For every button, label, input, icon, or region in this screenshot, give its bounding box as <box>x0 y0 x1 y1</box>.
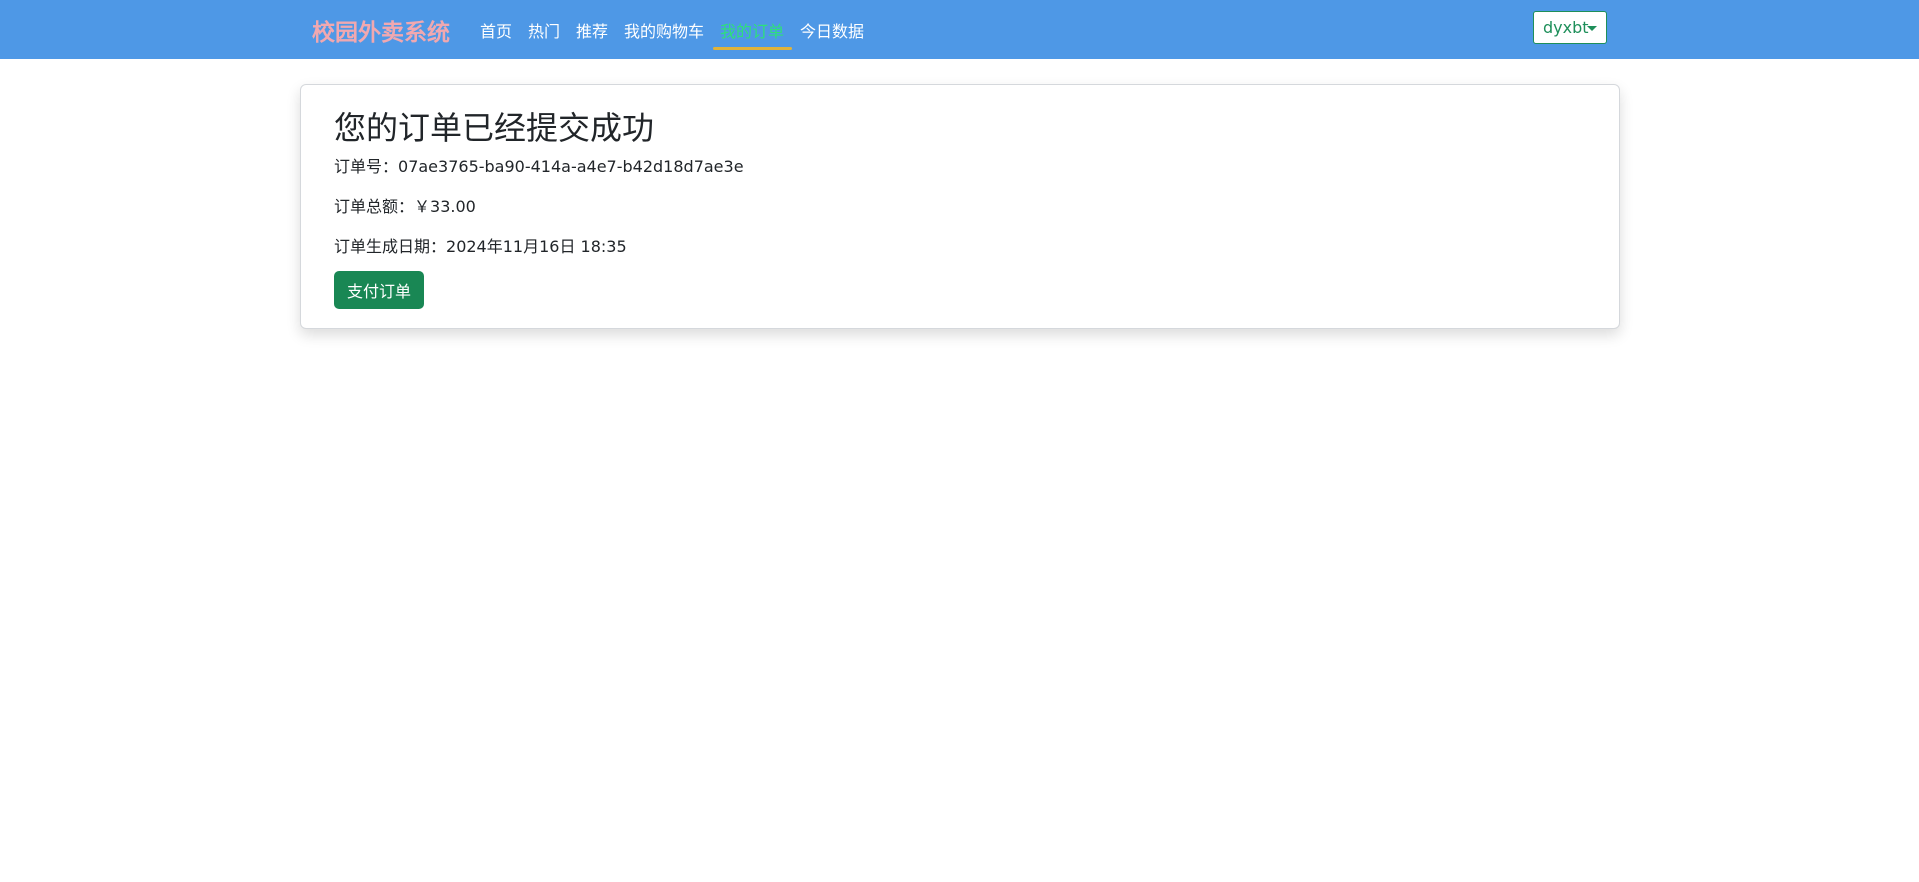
active-nav-indicator <box>713 47 792 50</box>
order-id-value: 07ae3765-ba90-414a-a4e7-b42d18d7ae3e <box>398 157 744 176</box>
top-navbar: 校园外卖系统 首页 热门 推荐 我的购物车 我的订单 今日数据 dyxbt <box>0 0 1919 59</box>
brand-logo-text[interactable]: 校园外卖系统 <box>312 13 450 47</box>
order-total-line: 订单总额：￥33.00 <box>334 193 476 217</box>
order-total-value: ￥33.00 <box>414 197 476 216</box>
nav-today-data[interactable]: 今日数据 <box>800 18 864 42</box>
nav-home[interactable]: 首页 <box>480 18 512 42</box>
nav-my-orders[interactable]: 我的订单 <box>720 18 784 42</box>
order-date-value: 2024年11月16日 18:35 <box>446 237 627 256</box>
nav-hot[interactable]: 热门 <box>528 18 560 42</box>
order-date-line: 订单生成日期：2024年11月16日 18:35 <box>334 233 627 257</box>
order-success-title: 您的订单已经提交成功 <box>334 109 655 147</box>
user-name: dyxbt <box>1543 18 1589 37</box>
order-success-card: 您的订单已经提交成功 订单号：07ae3765-ba90-414a-a4e7-b… <box>300 84 1620 329</box>
caret-down-icon <box>1587 26 1597 31</box>
order-date-label: 订单生成日期： <box>334 237 447 256</box>
nav-cart[interactable]: 我的购物车 <box>624 18 704 42</box>
order-id-line: 订单号：07ae3765-ba90-414a-a4e7-b42d18d7ae3e <box>334 153 744 177</box>
order-total-label: 订单总额： <box>334 197 415 216</box>
order-id-label: 订单号： <box>334 157 399 176</box>
pay-order-button[interactable]: 支付订单 <box>334 271 424 309</box>
nav-recommend[interactable]: 推荐 <box>576 18 608 42</box>
user-menu-dropdown[interactable]: dyxbt <box>1533 11 1607 44</box>
